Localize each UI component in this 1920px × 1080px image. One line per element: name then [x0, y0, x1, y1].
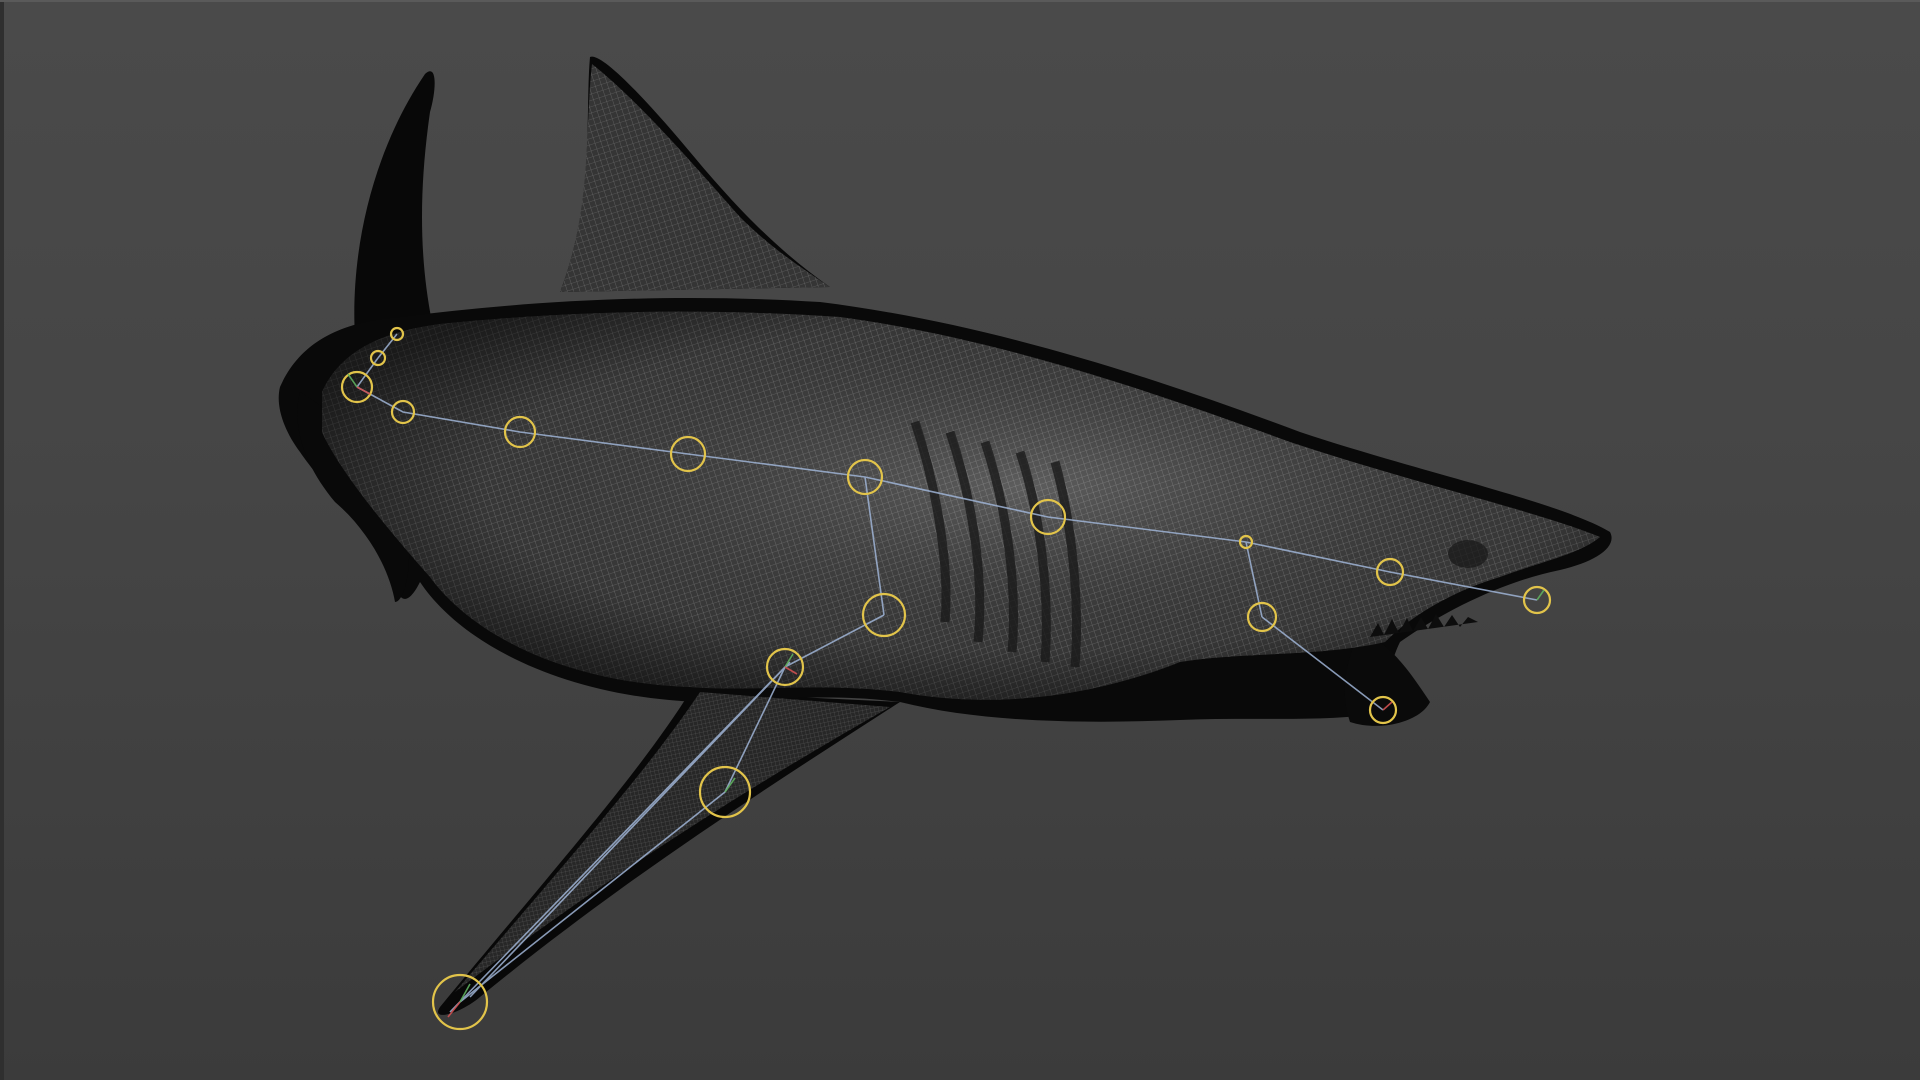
3d-viewport[interactable]: [0, 0, 1920, 1080]
eye: [1448, 540, 1488, 568]
viewport-scene[interactable]: [0, 2, 1920, 1080]
shark-mesh: [322, 64, 1600, 992]
